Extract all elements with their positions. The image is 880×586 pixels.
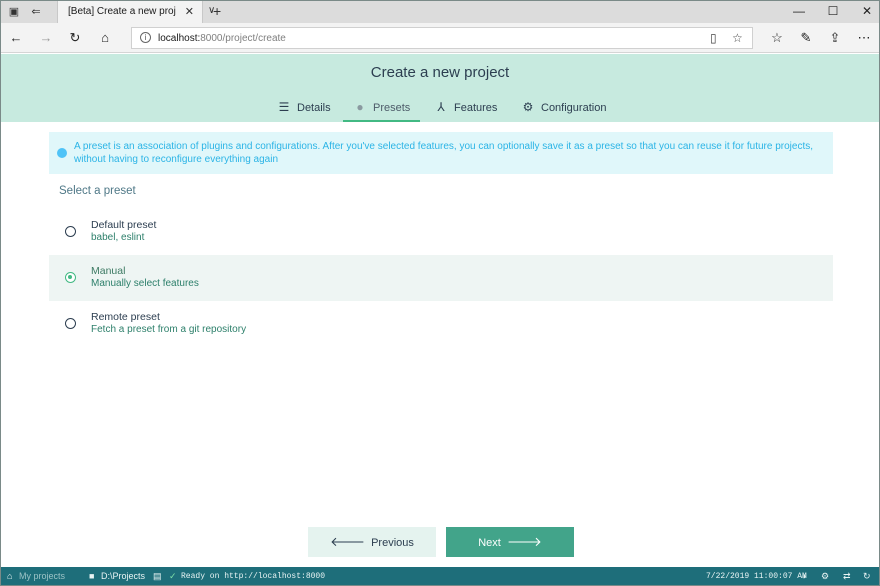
- preset-remote[interactable]: Remote preset Fetch a preset from a git …: [49, 301, 833, 347]
- section-title: Select a preset: [59, 185, 136, 197]
- home-label[interactable]: My projects: [19, 571, 65, 581]
- status-text: Ready on http://localhost:8000: [181, 572, 326, 581]
- refresh-icon[interactable]: ↻: [863, 571, 871, 582]
- list-icon: ☰: [278, 100, 290, 114]
- tab-features[interactable]: ⅄ Features: [434, 100, 497, 126]
- next-button[interactable]: Next 🡒: [446, 527, 574, 557]
- tab-details[interactable]: ☰ Details: [277, 100, 331, 126]
- back-icon[interactable]: ←: [7, 29, 25, 47]
- datetime: 7/22/2019 11:00:07 AM: [706, 572, 807, 581]
- step-tabs: ☰ Details ● Presets ⅄ Features ⚙ Configurati…: [1, 96, 879, 122]
- translate-icon[interactable]: ⇄: [843, 571, 851, 582]
- home-icon[interactable]: ⌂: [96, 29, 114, 47]
- favorite-star-icon[interactable]: ☆: [732, 31, 743, 45]
- url-text: localhost:8000/project/create: [158, 33, 286, 44]
- console-icon[interactable]: ▤: [153, 571, 162, 582]
- page-title: Create a new project: [370, 64, 510, 81]
- share-icon[interactable]: ⇪: [826, 29, 844, 47]
- preset-description: Fetch a preset from a git repository: [91, 324, 247, 335]
- close-tab-icon[interactable]: ✕: [185, 5, 194, 18]
- fork-icon: ⅄: [437, 100, 445, 114]
- arrow-right-icon: 🡒: [506, 534, 542, 549]
- preset-name: Manual: [91, 265, 126, 277]
- minimize-icon[interactable]: —: [789, 4, 809, 18]
- tab-actions-icon[interactable]: ▣: [7, 5, 21, 19]
- radio-button[interactable]: [65, 226, 76, 237]
- home-icon[interactable]: ⌂: [7, 571, 12, 581]
- site-info-icon[interactable]: i: [140, 32, 151, 43]
- previous-button[interactable]: 🡐 Previous: [308, 527, 436, 557]
- set-aside-tabs-icon[interactable]: ⇐: [29, 5, 43, 19]
- tab-configuration[interactable]: ⚙ Configuration: [521, 100, 607, 126]
- tab-presets[interactable]: ● Presets: [343, 96, 421, 122]
- info-banner: A preset is an association of plugins an…: [49, 132, 833, 174]
- browser-tab[interactable]: [Beta] Create a new proj ✕: [57, 1, 203, 23]
- arrow-left-icon: 🡐: [330, 534, 365, 549]
- refresh-icon[interactable]: ↻: [66, 29, 84, 47]
- tab-list-icon[interactable]: ∨: [208, 5, 215, 16]
- preset-description: babel, eslint: [91, 232, 145, 243]
- status-bar: ⌂ My projects ■ D:\Projects ▤ ✓ Ready on…: [1, 567, 879, 585]
- settings-icon: ⚙: [522, 100, 534, 114]
- settings-icon[interactable]: ⚙: [821, 571, 829, 582]
- dark-mode-icon[interactable]: ◑: [801, 571, 806, 581]
- tab-title: [Beta] Create a new proj: [68, 6, 176, 17]
- current-folder[interactable]: D:\Projects: [101, 571, 145, 581]
- check-circle-icon: ●: [356, 100, 364, 114]
- preset-name: Remote preset: [91, 311, 160, 323]
- info-icon: [57, 148, 67, 158]
- close-window-icon[interactable]: ✕: [857, 4, 877, 18]
- radio-button-selected[interactable]: [65, 272, 76, 283]
- info-text: A preset is an association of plugins an…: [74, 141, 813, 165]
- reading-view-icon[interactable]: ▯: [710, 31, 717, 45]
- favorites-icon[interactable]: ☆: [768, 29, 786, 47]
- pen-icon[interactable]: ✎: [797, 29, 815, 47]
- preset-default[interactable]: Default preset babel, eslint: [49, 209, 833, 255]
- address-bar[interactable]: i localhost:8000/project/create ▯ ☆: [131, 27, 753, 49]
- folder-icon: ■: [89, 571, 95, 581]
- forward-icon[interactable]: →: [37, 29, 55, 47]
- check-icon: ✓: [169, 571, 177, 581]
- address-toolbar: ← → ↻ ⌂ i localhost:8000/project/create …: [1, 23, 879, 53]
- preset-name: Default preset: [91, 219, 157, 231]
- radio-button[interactable]: [65, 318, 76, 329]
- maximize-icon[interactable]: ☐: [823, 4, 843, 18]
- more-icon[interactable]: ⋯: [855, 29, 873, 47]
- preset-manual[interactable]: Manual Manually select features: [49, 255, 833, 301]
- title-bar: ▣ ⇐ [Beta] Create a new proj ✕ + ∨ — ☐ ✕: [1, 1, 879, 23]
- page-header: Create a new project ☰ Details ● Presets ⅄…: [1, 54, 879, 122]
- browser-window: ▣ ⇐ [Beta] Create a new proj ✕ + ∨ — ☐ ✕…: [0, 0, 880, 586]
- preset-description: Manually select features: [91, 278, 199, 289]
